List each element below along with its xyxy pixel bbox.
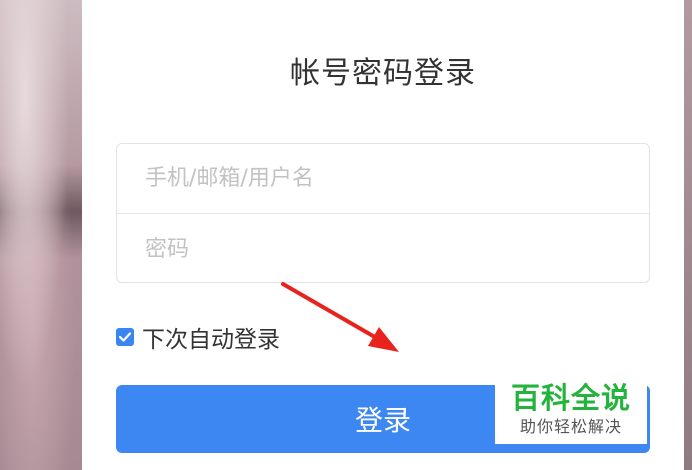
watermark-subtitle: 助你轻松解决 xyxy=(519,417,622,436)
watermark-title: 百科全说 xyxy=(510,381,631,415)
username-input[interactable] xyxy=(117,144,649,213)
remember-me[interactable]: 下次自动登录 xyxy=(116,320,280,354)
password-input[interactable] xyxy=(117,214,649,284)
page-title: 帐号密码登录 xyxy=(290,56,476,91)
watermark: 百科全说 助你轻松解决 xyxy=(495,378,647,444)
background-photo-right xyxy=(684,0,692,470)
password-field-wrapper xyxy=(117,214,649,284)
username-field-wrapper xyxy=(117,144,649,214)
background-photo-left xyxy=(0,0,82,470)
login-form xyxy=(116,143,650,284)
checkmark-icon xyxy=(119,332,131,342)
remember-label: 下次自动登录 xyxy=(142,327,280,353)
remember-checkbox[interactable] xyxy=(116,328,134,346)
login-button-label: 登录 xyxy=(354,404,411,437)
